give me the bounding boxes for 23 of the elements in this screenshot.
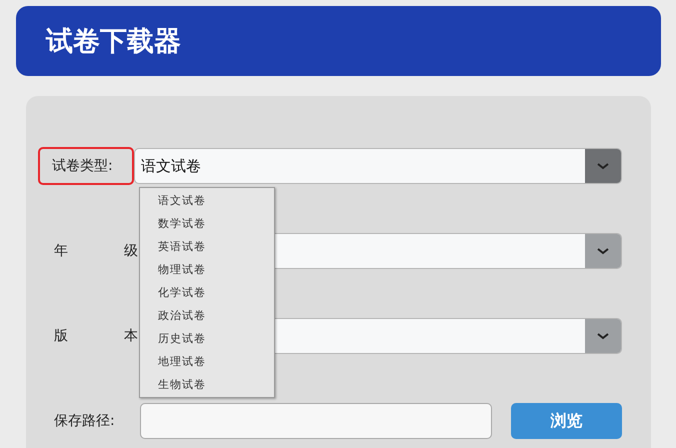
chevron-down-icon (597, 162, 609, 170)
field-label: 试卷类型: (40, 149, 132, 183)
dropdown-option[interactable]: 物理试卷 (140, 258, 274, 281)
dropdown-button[interactable] (585, 319, 621, 353)
dropdown-option[interactable]: 语文试卷 (140, 189, 274, 212)
field-label: 年级 (54, 242, 138, 260)
dropdown-option[interactable]: 历史试卷 (140, 327, 274, 350)
field-label: 版本 (54, 327, 138, 345)
dropdown-option[interactable]: 英语试卷 (140, 235, 274, 258)
dropdown-button[interactable] (585, 149, 621, 183)
select-field[interactable]: 语文试卷 (134, 148, 622, 184)
field-label: 保存路径: (54, 412, 116, 430)
dropdown-button[interactable] (585, 234, 621, 268)
dropdown-option[interactable]: 数学试卷 (140, 212, 274, 235)
chevron-down-icon (597, 247, 609, 255)
dropdown-option[interactable]: 政治试卷 (140, 304, 274, 327)
dropdown-option[interactable]: 地理试卷 (140, 350, 274, 373)
select-value: 语文试卷 (140, 156, 202, 176)
dropdown-option[interactable]: 化学试卷 (140, 281, 274, 304)
chevron-down-icon (597, 332, 609, 340)
app-title: 试卷下载器 (46, 25, 181, 59)
path-input-field[interactable] (140, 403, 492, 439)
dropdown-option[interactable]: 生物试卷 (140, 373, 274, 396)
